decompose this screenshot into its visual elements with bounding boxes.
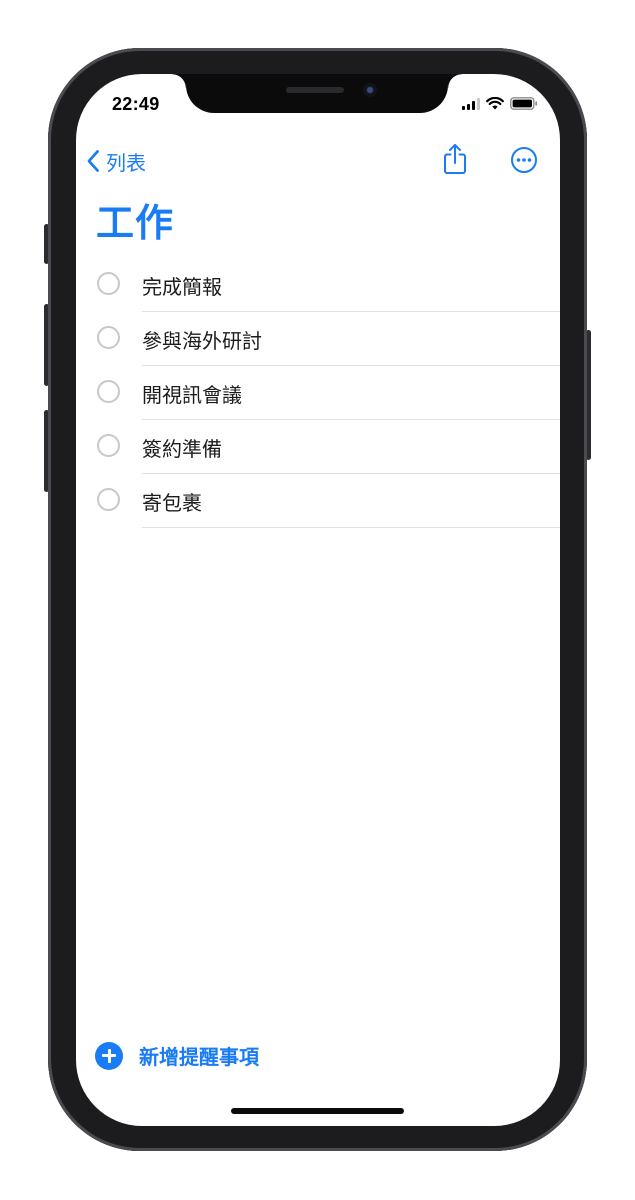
back-button[interactable]: 列表 <box>86 146 146 176</box>
wifi-icon <box>486 97 504 110</box>
phone-screen: 22:49 列表 工作 完成簡報 參與海外研討 開視訊會議 簽約準備 寄包裹 新… <box>76 74 560 1126</box>
separator <box>142 527 560 528</box>
reminder-item[interactable]: 寄包裹 <box>76 474 560 528</box>
reminder-title: 簽約準備 <box>142 439 222 461</box>
plus-circle-icon <box>95 1041 123 1070</box>
more-button[interactable] <box>510 146 538 179</box>
reminder-title: 參與海外研討 <box>142 331 262 353</box>
back-button-label: 列表 <box>106 152 146 175</box>
reminder-title: 寄包裹 <box>142 493 202 515</box>
reminder-checkbox[interactable] <box>97 380 120 403</box>
battery-icon <box>510 97 538 110</box>
add-reminder-label: 新增提醒事項 <box>139 1047 259 1069</box>
reminder-checkbox[interactable] <box>97 326 120 349</box>
chevron-left-icon <box>87 150 99 172</box>
status-icons <box>462 97 538 110</box>
reminder-item[interactable]: 完成簡報 <box>76 258 560 312</box>
reminder-item[interactable]: 開視訊會議 <box>76 366 560 420</box>
reminder-title: 完成簡報 <box>142 277 222 299</box>
reminder-checkbox[interactable] <box>97 434 120 457</box>
status-time: 22:49 <box>112 94 160 114</box>
reminder-checkbox[interactable] <box>97 488 120 511</box>
share-icon <box>444 144 466 174</box>
add-reminder-button[interactable]: 新增提醒事項 <box>95 1041 259 1070</box>
home-indicator[interactable] <box>231 1108 404 1114</box>
notch <box>172 74 462 113</box>
navigation-bar: 列表 <box>76 143 560 182</box>
earpiece-speaker <box>286 87 344 93</box>
reminder-item[interactable]: 簽約準備 <box>76 420 560 474</box>
share-button[interactable] <box>442 143 468 180</box>
reminder-list: 完成簡報 參與海外研討 開視訊會議 簽約準備 寄包裹 <box>76 258 560 528</box>
cellular-signal-icon <box>462 97 480 110</box>
reminder-title: 開視訊會議 <box>142 385 242 407</box>
reminder-checkbox[interactable] <box>97 272 120 295</box>
reminder-item[interactable]: 參與海外研討 <box>76 312 560 366</box>
ellipsis-circle-icon <box>511 147 537 173</box>
list-title: 工作 <box>96 203 175 245</box>
front-camera <box>363 83 377 97</box>
